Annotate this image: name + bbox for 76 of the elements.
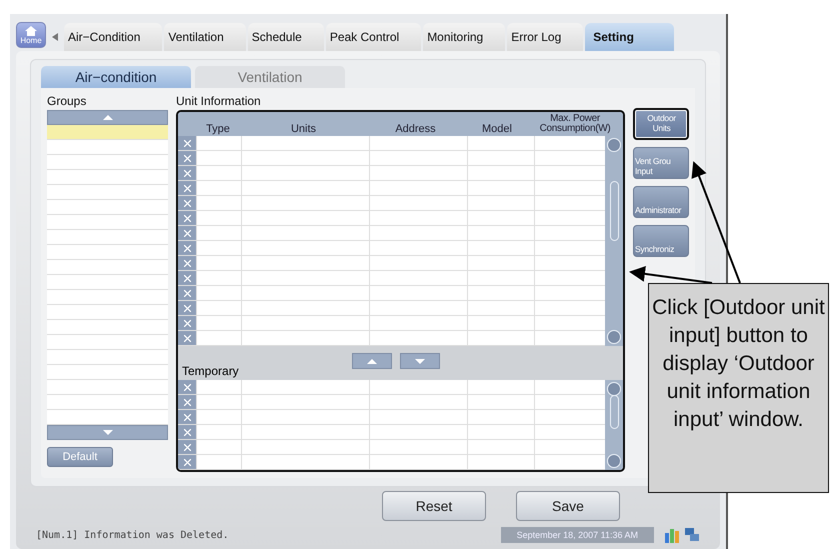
close-icon	[184, 444, 190, 450]
move-up-button[interactable]	[352, 353, 392, 369]
close-icon	[184, 260, 190, 266]
delete-button[interactable]	[178, 440, 196, 454]
down-arrow-icon	[415, 358, 425, 364]
close-icon	[184, 458, 190, 466]
close-icon	[184, 244, 190, 252]
close-icon	[184, 230, 190, 236]
delete-button[interactable]	[178, 211, 196, 225]
close-icon	[184, 184, 190, 192]
delete-button[interactable]	[178, 301, 196, 315]
sub-tab[interactable]: Air−condition	[41, 66, 191, 88]
delete-button[interactable]	[178, 166, 196, 180]
callout-box: Click [Outdoor unit input] button to display ‘Outdoor unit information input’ window.	[648, 283, 829, 493]
date-time: September 18, 2007 11:36 AM	[500, 527, 654, 543]
nav-tab[interactable]: Ventilation	[164, 23, 246, 51]
column-header: Units	[290, 124, 318, 134]
nav-tab[interactable]: Peak Control	[326, 23, 422, 51]
nav-tab[interactable]: Error Log	[507, 23, 584, 51]
move-down-button[interactable]	[400, 353, 440, 369]
left-arrow-icon[interactable]	[52, 33, 58, 41]
delete-button[interactable]	[178, 316, 196, 330]
action-button[interactable]: Reset	[382, 491, 486, 521]
temporary-title: Temporary	[182, 364, 240, 378]
delete-button[interactable]	[178, 380, 196, 394]
close-icon	[184, 334, 190, 342]
close-icon	[184, 384, 190, 390]
down-arrow-icon	[102, 430, 112, 435]
close-icon	[184, 290, 190, 296]
side-button[interactable]: Outdoor Units	[633, 108, 689, 140]
nav-tab[interactable]: Schedule	[248, 23, 324, 51]
delete-button[interactable]	[178, 136, 196, 150]
action-button[interactable]: Save	[516, 491, 620, 521]
network-icon[interactable]	[684, 527, 700, 543]
delete-button[interactable]	[178, 455, 196, 469]
nav-tab[interactable]: Setting	[585, 23, 674, 51]
scrollbar[interactable]	[605, 380, 623, 470]
delete-button[interactable]	[178, 181, 196, 195]
delete-button[interactable]	[178, 256, 196, 270]
column-header: Address	[394, 124, 437, 134]
unit-information-title: Unit Information	[176, 94, 262, 108]
close-icon	[184, 320, 190, 326]
close-icon	[184, 274, 190, 282]
nav-tab[interactable]: Monitoring	[423, 23, 506, 51]
house-icon	[24, 26, 38, 36]
close-icon	[184, 304, 190, 312]
delete-button[interactable]	[178, 331, 196, 345]
column-header: Max. Power Consumption(W)	[538, 114, 612, 134]
scroll-up-button[interactable]	[47, 110, 168, 125]
close-icon	[184, 200, 190, 206]
scrollbar[interactable]	[605, 136, 623, 346]
scroll-down-button[interactable]	[47, 425, 168, 440]
chart-icon[interactable]	[664, 527, 680, 543]
delete-button[interactable]	[178, 241, 196, 255]
status-message: [Num.1] Information was Deleted.	[36, 530, 230, 540]
up-arrow-icon	[102, 115, 112, 120]
close-icon	[184, 428, 190, 436]
close-icon	[184, 154, 190, 162]
nav-tab[interactable]: Air−Condition	[64, 23, 162, 51]
delete-button[interactable]	[178, 196, 196, 210]
close-icon	[184, 140, 190, 146]
delete-button[interactable]	[178, 395, 196, 409]
close-icon	[184, 214, 190, 222]
groups-title: Groups	[47, 94, 88, 108]
delete-button[interactable]	[178, 425, 196, 439]
delete-button[interactable]	[178, 286, 196, 300]
up-arrow-icon	[367, 358, 377, 364]
delete-button[interactable]	[178, 151, 196, 165]
column-header: Type	[205, 124, 231, 134]
delete-button[interactable]	[178, 410, 196, 424]
close-icon	[184, 170, 190, 176]
delete-button[interactable]	[178, 271, 196, 285]
close-icon	[184, 398, 190, 406]
delete-button[interactable]	[178, 226, 196, 240]
column-header: Model	[481, 124, 513, 134]
close-icon	[184, 414, 190, 420]
